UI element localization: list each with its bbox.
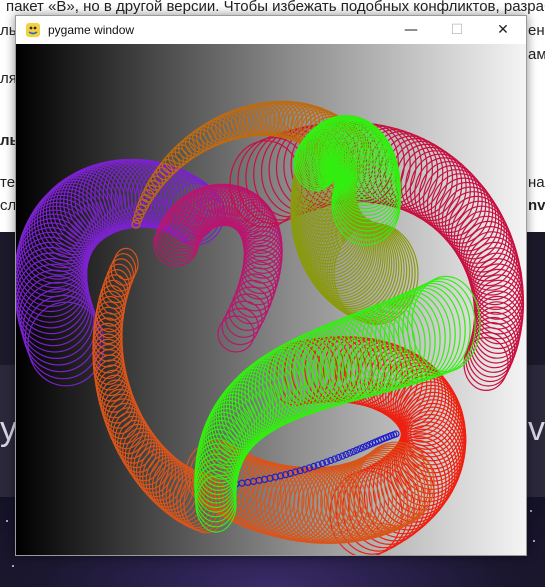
background-text-fragment: ени: [528, 22, 545, 39]
ring-tube-drawing: [16, 100, 525, 555]
pygame-window[interactable]: pygame window — ☐ ✕: [15, 15, 527, 556]
background-text-fragment: на: [528, 174, 545, 191]
pygame-canvas[interactable]: [16, 44, 526, 555]
window-titlebar[interactable]: pygame window — ☐ ✕: [16, 16, 526, 44]
background-heading-fragment: v: [528, 410, 545, 448]
minimize-button[interactable]: —: [388, 16, 434, 44]
window-title: pygame window: [48, 23, 135, 37]
star-dot: [530, 510, 532, 512]
star-dot: [6, 520, 8, 522]
star-dot: [533, 540, 535, 542]
tube-ring: [338, 452, 346, 460]
orange-tube: [92, 247, 229, 534]
background-text-line: пакет «B», но в другой версии. Чтобы изб…: [6, 0, 545, 15]
tube-ring: [342, 450, 350, 459]
maximize-button[interactable]: ☐: [434, 16, 480, 44]
background-text-fragment: сл: [0, 197, 17, 214]
background-text-fragment: те: [0, 174, 16, 191]
tube-ring: [463, 337, 509, 392]
background-text-fragment: nv: [528, 197, 545, 214]
pygame-snake-icon: [26, 23, 40, 37]
tube-ring: [231, 286, 270, 325]
close-button[interactable]: ✕: [480, 16, 526, 44]
tube-ring: [335, 453, 343, 462]
window-controls: — ☐ ✕: [388, 16, 526, 44]
background-text-fragment: ам: [528, 46, 545, 63]
star-dot: [12, 565, 14, 567]
